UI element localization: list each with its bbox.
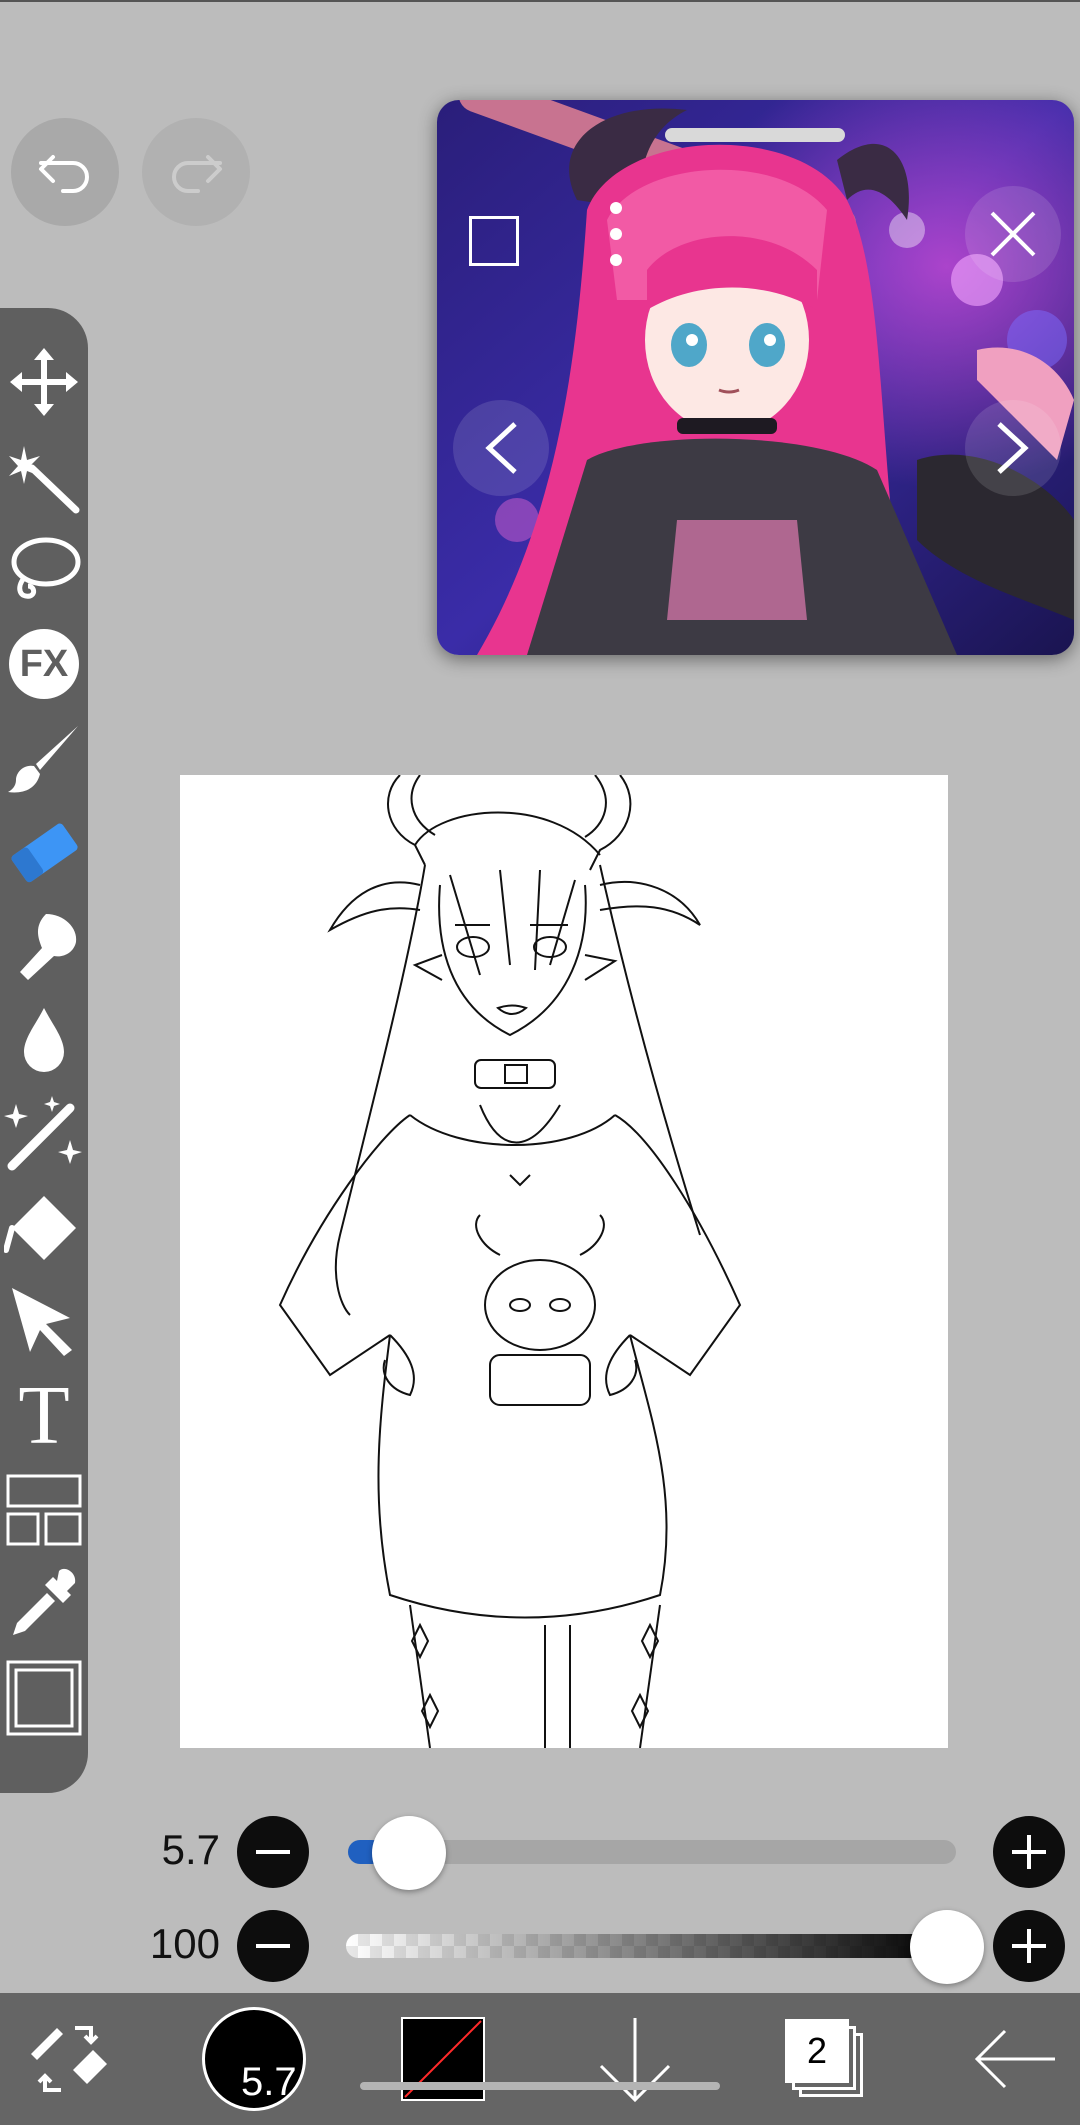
minus-icon [256,1850,290,1854]
drawing-canvas[interactable] [180,775,948,1748]
opacity-value: 100 [149,1920,220,1967]
prev-arrow-icon [485,422,517,474]
tool-magic-wand[interactable] [0,432,88,520]
opacity-thumb[interactable] [910,1910,984,1984]
tool-eyedropper[interactable] [0,1560,88,1648]
frame-divider-icon [6,1474,82,1546]
minus-icon [256,1944,290,1948]
status-strip [0,0,1080,2]
back-arrow-icon [974,2029,1055,2089]
eyedropper-icon [13,1568,76,1635]
brush-size-preview: 5.7 [202,2007,306,2111]
tool-frame-divider[interactable] [0,1466,88,1554]
opacity-decrease-button[interactable] [237,1910,309,1982]
opacity-increase-button[interactable] [993,1910,1065,1982]
brush-size-thumb[interactable] [372,1816,447,1890]
down-arrow-icon [599,2018,671,2103]
next-reference-button[interactable] [965,400,1061,496]
bucket-icon [4,1196,76,1260]
brush-size-value: 5.7 [161,1826,220,1873]
tool-eraser[interactable] [0,808,88,896]
back-button[interactable] [965,1993,1065,2125]
redo-icon [172,155,222,193]
layer-count: 2 [806,2030,828,2071]
tool-smudge[interactable] [0,902,88,990]
size-increase-button[interactable] [993,1816,1065,1888]
fx-label: FX [19,642,69,685]
color-button[interactable] [398,1993,488,2125]
home-indicator [360,2082,720,2090]
tool-lasso[interactable] [0,526,88,614]
blur-drop-icon [24,1008,64,1072]
window-mode-icon [469,216,519,266]
tool-fill[interactable] [0,1184,88,1272]
brush-eraser-swap-icon [31,2026,107,2092]
close-reference-button[interactable] [965,186,1061,282]
tool-select[interactable] [0,1278,88,1366]
move-arrows-icon [10,348,78,416]
brush-size-button[interactable]: 5.7 [198,1993,310,2125]
undo-button[interactable] [11,118,119,226]
undo-icon [39,155,89,193]
opacity-slider[interactable] [346,1934,946,1958]
scroll-down-button[interactable] [590,1993,680,2125]
canvas-icon [6,1660,82,1736]
more-options-button[interactable] [601,196,631,276]
close-icon [990,211,1036,257]
sparkle-pen-icon [4,1096,82,1171]
text-icon: T [18,1369,70,1462]
reference-window[interactable] [437,100,1074,655]
tool-text[interactable]: T [0,1372,88,1460]
prev-reference-button[interactable] [453,400,549,496]
next-arrow-icon [997,422,1029,474]
tool-bar: FX T [0,308,88,1793]
bottom-bar: 5.7 2 [0,1993,1080,2125]
magic-wand-icon [9,446,80,514]
redo-button[interactable] [142,118,250,226]
tool-blur[interactable] [0,996,88,1084]
brush-icon [8,726,78,793]
more-dots-icon [610,202,622,266]
reference-image [437,100,1074,655]
tool-brush[interactable] [0,714,88,802]
tool-transform[interactable] [0,338,88,426]
layers-button[interactable]: 2 [775,1993,875,2125]
brush-size-label: 5.7 [241,2060,297,2104]
size-decrease-button[interactable] [237,1816,309,1888]
tool-filter[interactable]: FX [0,620,88,708]
tool-special-pen[interactable] [0,1090,88,1178]
smudge-finger-icon [20,914,77,980]
layers-icon: 2 [785,2019,865,2099]
tool-canvas[interactable] [0,1654,88,1742]
plus-icon [1012,1929,1046,1963]
drag-handle[interactable] [665,128,845,142]
eraser-icon [11,823,78,883]
cursor-arrow-icon [12,1288,72,1356]
plus-icon [1012,1835,1046,1869]
brush-eraser-toggle-button[interactable] [18,1993,118,2125]
line-art [278,775,742,1748]
window-mode-button[interactable] [463,210,525,272]
fx-icon: FX [9,629,79,699]
lasso-icon [11,537,81,599]
